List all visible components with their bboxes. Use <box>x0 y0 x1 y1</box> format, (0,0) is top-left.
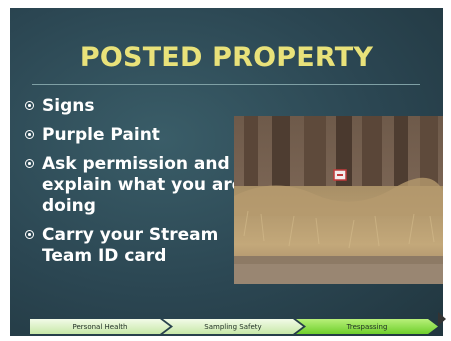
nav-step-personal-health[interactable]: Personal Health <box>30 319 170 334</box>
nav-step-trespassing[interactable]: Trespassing <box>296 319 438 334</box>
nav-step-label: Personal Health <box>72 322 128 331</box>
bullet-item: Ask permission and explain what you are … <box>24 154 244 217</box>
slide: POSTED PROPERTY Signs Purple Paint Ask p… <box>10 8 443 336</box>
bullet-item: Purple Paint <box>24 125 244 146</box>
field-photo-illustration <box>234 116 443 284</box>
bullet-text: Ask permission and explain what you are … <box>42 154 244 216</box>
bullet-icon <box>25 130 34 139</box>
bullet-text: Carry your Stream Team ID card <box>42 225 219 266</box>
slide-control-icon[interactable] <box>435 310 449 328</box>
bullet-item: Signs <box>24 96 244 117</box>
bullet-icon <box>25 101 34 110</box>
nav-step-label: Trespassing <box>346 322 388 331</box>
bullet-item: Carry your Stream Team ID card <box>24 225 244 267</box>
progress-nav: Personal Health Sampling Safety Trespass… <box>30 319 438 334</box>
bullet-text: Signs <box>42 96 95 116</box>
nav-step-sampling-safety[interactable]: Sampling Safety <box>163 319 303 334</box>
title-divider <box>32 84 420 85</box>
bullet-text: Purple Paint <box>42 125 160 145</box>
bullet-list: Signs Purple Paint Ask permission and ex… <box>24 96 244 275</box>
nav-step-label: Sampling Safety <box>204 322 262 331</box>
bullet-icon <box>25 230 34 239</box>
posted-property-photo <box>234 116 443 284</box>
slide-title: POSTED PROPERTY <box>79 42 374 73</box>
bullet-icon <box>25 159 34 168</box>
